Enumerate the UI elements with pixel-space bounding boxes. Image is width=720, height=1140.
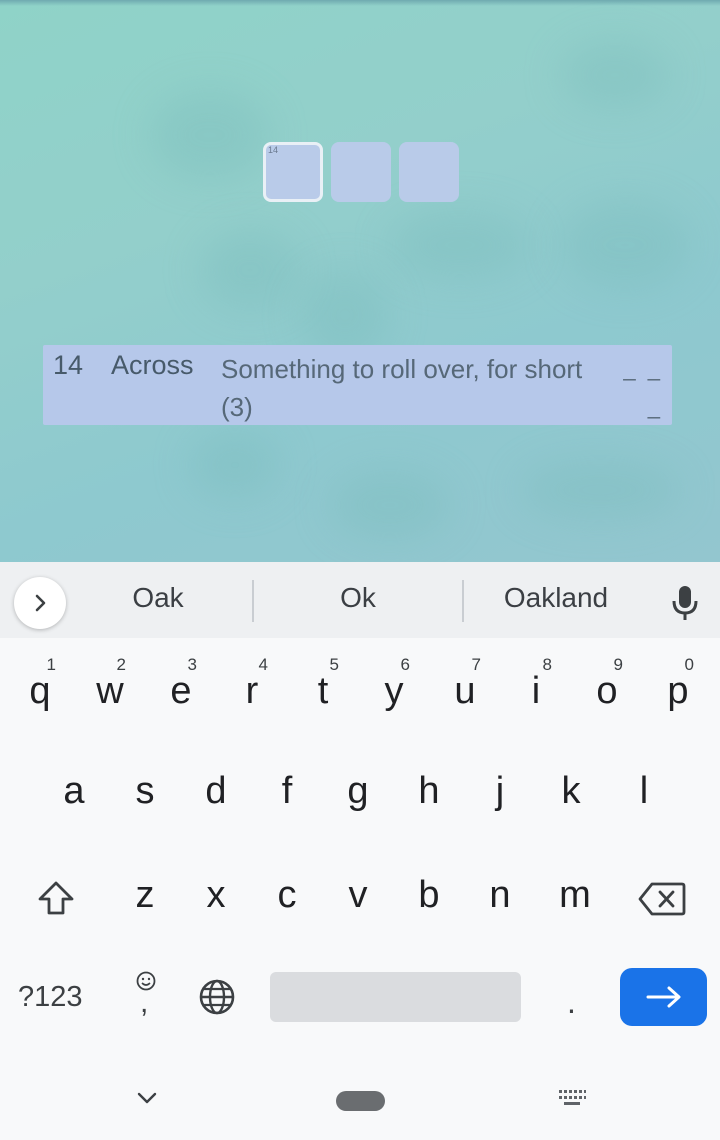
key-hint: 2	[116, 655, 126, 674]
symbols-key[interactable]: ?123	[18, 981, 83, 1014]
enter-key[interactable]	[620, 968, 707, 1026]
key-g[interactable]: g	[340, 770, 376, 813]
answer-cell-3[interactable]	[399, 142, 459, 202]
key-hint: 4	[258, 655, 268, 674]
shift-icon[interactable]	[36, 878, 76, 918]
key-hint: 9	[613, 655, 623, 674]
backspace-icon[interactable]	[638, 881, 686, 917]
puzzle-area: 14 14 Across Something to roll over, for…	[0, 0, 720, 562]
suggestion-1[interactable]: Oak	[108, 582, 208, 614]
key-h[interactable]: h	[411, 770, 447, 813]
chevron-down-icon[interactable]	[136, 1090, 158, 1106]
suggestion-divider	[252, 580, 254, 622]
suggestion-divider	[462, 580, 464, 622]
key-s[interactable]: s	[127, 770, 163, 813]
clue-number: 14	[53, 350, 84, 380]
comma-key[interactable]: ,	[130, 970, 162, 1024]
clue-blanks: _ _ _	[623, 356, 663, 419]
suggestion-2[interactable]: Ok	[308, 582, 408, 614]
period-key[interactable]: .	[567, 984, 576, 1021]
key-hint: 0	[684, 655, 694, 674]
suggestion-strip: Oak Ok Oakland	[0, 562, 720, 638]
key-f[interactable]: f	[269, 770, 305, 813]
key-z[interactable]: z	[127, 874, 163, 917]
key-c[interactable]: c	[269, 874, 305, 917]
answer-cells: 14	[263, 142, 459, 202]
clue-text: Something to roll over, for short (3)	[221, 354, 583, 422]
key-o[interactable]: o9	[589, 655, 625, 713]
answer-cell-2[interactable]	[331, 142, 391, 202]
clue-direction: Across	[111, 350, 194, 380]
key-u[interactable]: u7	[447, 655, 483, 713]
cell-number: 14	[268, 145, 279, 155]
key-b[interactable]: b	[411, 874, 447, 917]
key-v[interactable]: v	[340, 874, 376, 917]
home-button[interactable]	[336, 1091, 385, 1111]
key-x[interactable]: x	[198, 874, 234, 917]
expand-toolbar-button[interactable]	[14, 577, 66, 629]
key-e[interactable]: e3	[163, 655, 199, 713]
key-q[interactable]: q1	[22, 655, 58, 713]
key-t[interactable]: t5	[305, 655, 341, 713]
key-w[interactable]: w2	[92, 655, 128, 713]
key-y[interactable]: y6	[376, 655, 412, 713]
key-hint: 8	[542, 655, 552, 674]
mic-icon[interactable]	[670, 584, 700, 622]
key-p[interactable]: p0	[660, 655, 696, 713]
key-a[interactable]: a	[56, 770, 92, 813]
key-i[interactable]: i8	[518, 655, 554, 713]
space-key[interactable]	[270, 972, 521, 1022]
chevron-right-icon	[35, 594, 46, 612]
key-r[interactable]: r4	[234, 655, 270, 713]
navigation-bar	[0, 1072, 720, 1140]
key-hint: 5	[329, 655, 339, 674]
globe-icon[interactable]	[198, 978, 236, 1016]
key-hint: 1	[46, 655, 56, 674]
key-l[interactable]: l	[626, 770, 662, 813]
key-hint: 3	[187, 655, 197, 674]
keyboard-icon[interactable]	[557, 1088, 587, 1108]
arrow-right-icon	[646, 986, 680, 1008]
suggestion-3[interactable]: Oakland	[486, 582, 626, 614]
key-m[interactable]: m	[553, 874, 597, 917]
clue-bar[interactable]: 14 Across Something to roll over, for sh…	[43, 345, 672, 425]
key-hint: 7	[471, 655, 481, 674]
key-n[interactable]: n	[482, 874, 518, 917]
key-k[interactable]: k	[553, 770, 589, 813]
key-j[interactable]: j	[482, 770, 518, 813]
answer-cell-1[interactable]: 14	[263, 142, 323, 202]
key-d[interactable]: d	[198, 770, 234, 813]
key-hint: 6	[400, 655, 410, 674]
keyboard: q1 w2 e3 r4 t5 y6 u7 i8 o9 p0 a s d f g …	[0, 638, 720, 1140]
comma-label: ,	[140, 986, 149, 1019]
